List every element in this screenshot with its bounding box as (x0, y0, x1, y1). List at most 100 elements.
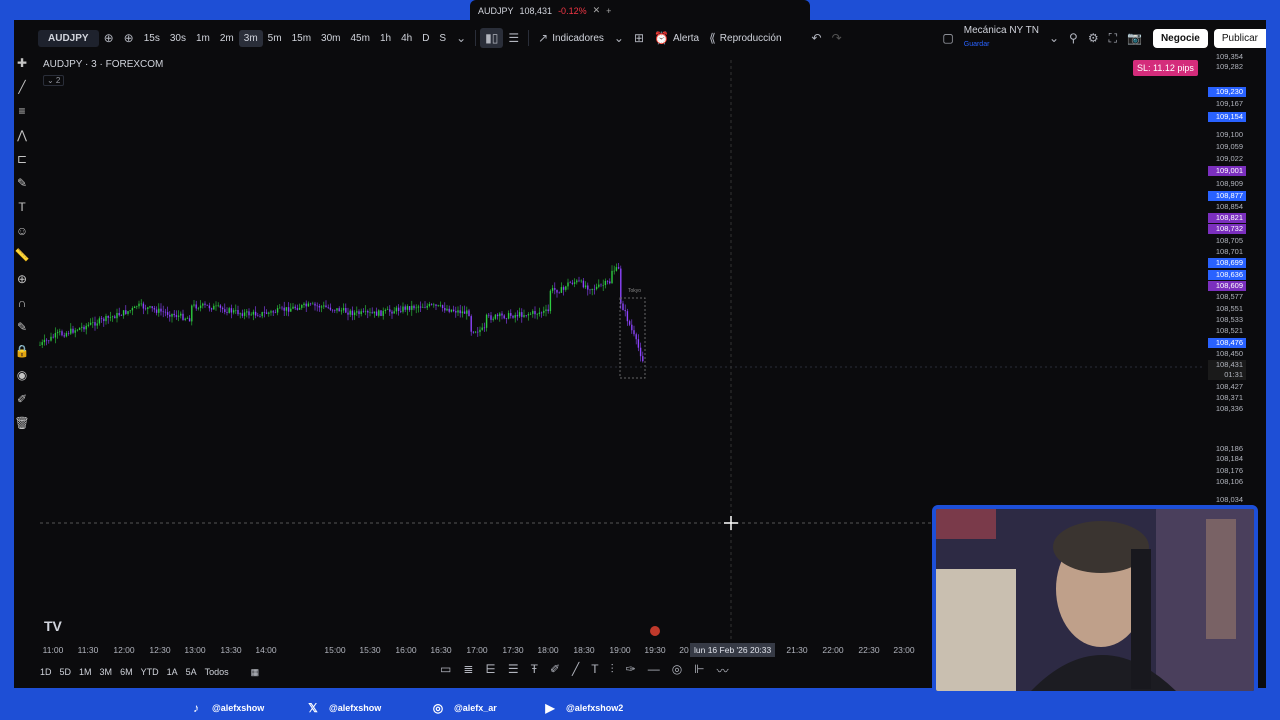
time-label: 14:00 (255, 645, 277, 655)
interval-S[interactable]: S (434, 30, 451, 47)
indicator-count[interactable]: ⌄ 2 (43, 75, 65, 86)
chart-symbol-title[interactable]: AUDJPY · 3 · FOREXCOM (43, 59, 163, 70)
price-label: 108,427 (1215, 382, 1243, 391)
price-axis[interactable]: 109,354 109,282 109,230 109,167 109,154 109,1… (1206, 52, 1246, 512)
settings-icon[interactable]: ⚙ (1083, 28, 1104, 48)
ruler-icon[interactable]: 📏 (15, 248, 30, 262)
price-label: 108,336 (1215, 404, 1243, 413)
add-symbol-icon[interactable]: ⊕ (119, 28, 139, 48)
interval-30m[interactable]: 30m (316, 30, 345, 47)
text-tool-icon[interactable]: Ŧ (531, 662, 538, 679)
zoom-icon[interactable]: ⊕ (17, 272, 27, 286)
interval-2m[interactable]: 2m (215, 30, 239, 47)
range-1A[interactable]: 1A (167, 667, 178, 677)
range-5D[interactable]: 5D (60, 667, 72, 677)
browser-tab[interactable]: AUDJPY 108,431 -0.12% ✕ + (478, 5, 611, 16)
instagram-icon: ◎ (432, 701, 444, 715)
symbol-search-button[interactable]: AUDJPY (38, 29, 99, 47)
chevron-down-icon[interactable]: ⌄ (451, 28, 471, 48)
projection-icon[interactable]: ⊏ (17, 152, 27, 166)
social-instagram: ◎ @alefx_ar (430, 700, 497, 716)
horizontal-line-icon[interactable]: — (648, 662, 660, 679)
undo-icon[interactable]: ↶ (807, 28, 827, 48)
brush-icon[interactable]: ✎ (17, 176, 27, 190)
chevron-down-icon[interactable]: ⌄ (609, 28, 629, 48)
interval-15m[interactable]: 15m (287, 30, 316, 47)
lock-icon[interactable]: 🔒 (15, 344, 30, 358)
text-t-icon[interactable]: T (591, 662, 598, 679)
brush-tool-icon[interactable]: ✐ (550, 662, 560, 679)
alert-label: Alerta (672, 32, 700, 44)
range-Todos[interactable]: Todos (205, 667, 229, 677)
interval-5m[interactable]: 5m (263, 30, 287, 47)
x-icon: 𝕏 (308, 701, 318, 715)
price-label: 108,476 (1208, 338, 1246, 348)
chart-type-icon[interactable]: ☰ (503, 28, 524, 48)
social-x: 𝕏 @alefxshow (305, 700, 381, 716)
redo-icon[interactable]: ↷ (827, 28, 847, 48)
time-label: 13:30 (220, 645, 242, 655)
magnet-icon[interactable]: ∩ (18, 296, 27, 310)
text-icon[interactable]: T (18, 200, 25, 214)
channel-icon[interactable]: ⋿ (485, 662, 495, 679)
search-icon[interactable]: ⚲ (1064, 28, 1083, 48)
candles-icon[interactable]: ▮▯ (480, 28, 504, 48)
pencil-icon[interactable]: ✐ (17, 392, 27, 406)
fib-icon[interactable]: ≡ (18, 104, 25, 118)
calendar-icon[interactable]: ▦ (251, 667, 260, 678)
range-6M[interactable]: 6M (120, 667, 133, 677)
price-label: 108,609 (1208, 281, 1246, 291)
fullscreen-icon[interactable]: ⛶ (1104, 28, 1122, 49)
interval-D[interactable]: D (417, 30, 434, 47)
indicators-button[interactable]: ↗ Indicadores (533, 28, 609, 48)
interval-4h[interactable]: 4h (396, 30, 417, 47)
emoji-icon[interactable]: ☺ (16, 224, 28, 238)
cursor-icon[interactable]: ✚ (17, 56, 27, 70)
range-YTD[interactable]: YTD (141, 667, 159, 677)
tab-price: 108,431 (519, 5, 553, 16)
eye-icon[interactable]: ◉ (17, 368, 27, 382)
time-label: 15:30 (359, 645, 381, 655)
interval-1m[interactable]: 1m (191, 30, 215, 47)
negocie-button[interactable]: Negocie (1152, 28, 1208, 48)
interval-15s[interactable]: 15s (139, 30, 165, 47)
interval-1h[interactable]: 1h (375, 30, 396, 47)
close-icon[interactable]: ✕ (593, 5, 601, 16)
measure-icon[interactable]: ⊩ (694, 662, 704, 679)
lock-draw-icon[interactable]: ✎ (17, 320, 27, 334)
new-tab-icon[interactable]: + (606, 6, 611, 16)
interval-45m[interactable]: 45m (345, 30, 374, 47)
rectangle-icon[interactable]: ▭ (440, 662, 451, 679)
range-3M[interactable]: 3M (100, 667, 113, 677)
favorite-icon[interactable]: ⊕ (99, 28, 119, 48)
interval-30s[interactable]: 30s (165, 30, 191, 47)
replay-button[interactable]: ⟪ Reproducción (704, 28, 786, 48)
path-icon[interactable]: 〰 (717, 662, 729, 679)
vertical-line-icon[interactable]: ⫶ (611, 662, 614, 679)
layout-name-button[interactable]: Mecánica NY TN Guardar (959, 23, 1044, 53)
alert-button[interactable]: ⏰ Alerta (649, 28, 704, 48)
publicar-button[interactable]: Publicar (1213, 28, 1266, 48)
parallel-icon[interactable]: ≣ (463, 662, 473, 679)
tradingview-logo: TV (44, 618, 62, 634)
layout-grid-icon[interactable]: ⊞ (629, 28, 649, 48)
trash-icon[interactable]: 🗑 (14, 416, 29, 430)
camera-icon[interactable]: 📷 (1122, 28, 1147, 48)
line-tool-icon[interactable]: ╱ (572, 662, 579, 679)
price-label: 108,533 (1215, 315, 1243, 324)
range-1D[interactable]: 1D (40, 667, 52, 677)
pattern-icon[interactable]: ⋀ (17, 128, 27, 142)
price-label: 108,877 (1208, 191, 1246, 201)
price-label: 108,176 (1215, 466, 1243, 475)
layout-icon[interactable]: ▢ (937, 28, 958, 48)
trendline-icon[interactable]: ╱ (18, 80, 25, 94)
range-1M[interactable]: 1M (79, 667, 92, 677)
fib-extension-icon[interactable]: ☰ (508, 662, 519, 679)
chevron-down-icon[interactable]: ⌄ (1044, 28, 1064, 48)
range-5A[interactable]: 5A (186, 667, 197, 677)
target-icon[interactable]: ◎ (672, 662, 682, 679)
social-tiktok: ♪ @alefxshow (188, 700, 264, 716)
price-label: 109,282 (1215, 62, 1243, 71)
interval-3m[interactable]: 3m (238, 29, 263, 47)
highlighter-icon[interactable]: ✑ (626, 662, 636, 679)
